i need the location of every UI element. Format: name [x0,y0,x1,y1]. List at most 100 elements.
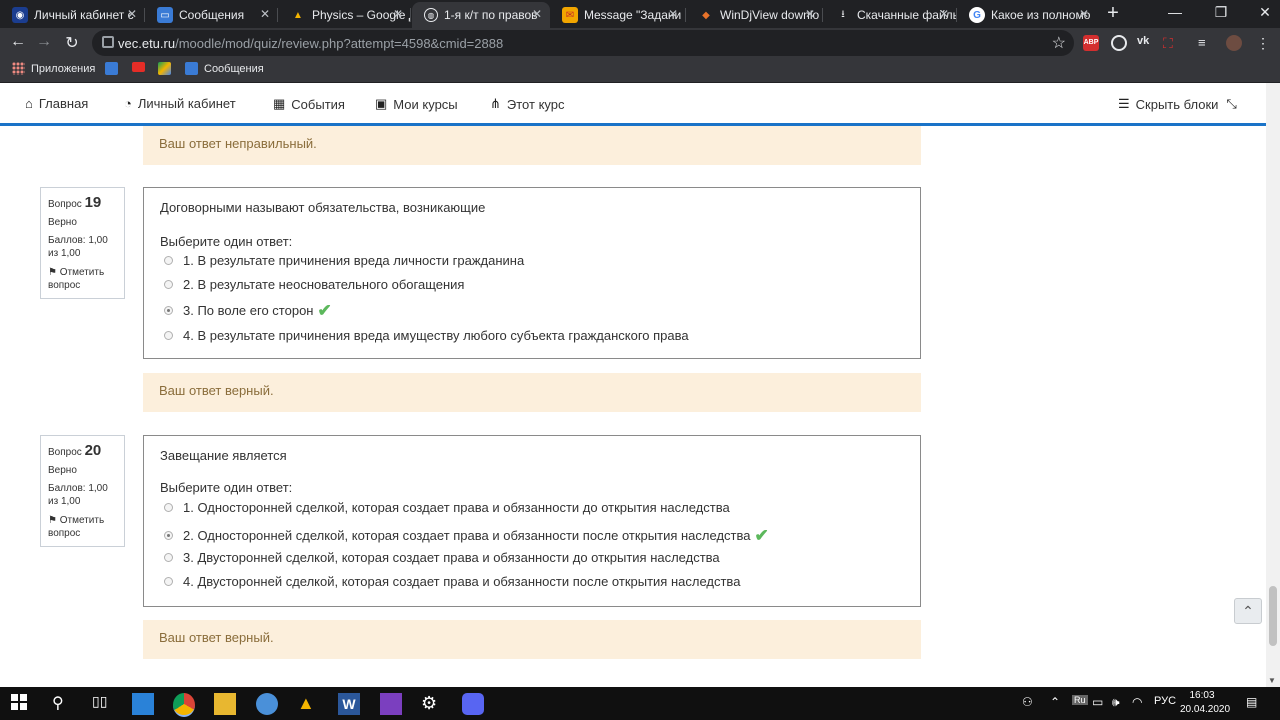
tab-7[interactable]: G Какое из полномо ✕ [957,2,1097,28]
tab-3[interactable]: ◍ 1-я к/т по правов ✕ [412,2,550,28]
extension-icon[interactable] [1111,35,1127,51]
google-icon: G [969,7,985,23]
radio-button-selected[interactable] [164,306,173,315]
maximize-button[interactable]: ❐ [1206,4,1236,21]
moodle-navbar: ⌂ Главная ◔ Личный кабинет ▦ События ▣ Мои к… [0,83,1280,126]
radio-button[interactable] [164,280,173,289]
nav-label: Главная [38,96,89,111]
close-icon[interactable]: ✕ [668,7,678,21]
page-scrollbar[interactable]: ▼ [1266,83,1280,687]
flag-question-link[interactable]: ⚑ Отметить вопрос [48,266,117,292]
radio-button[interactable] [164,553,173,562]
scroll-down-arrow-icon[interactable]: ▼ [1268,676,1276,685]
nav-home[interactable]: ⌂ Главная [25,96,88,111]
chrome-icon[interactable] [173,693,195,717]
app-icon[interactable] [380,693,402,715]
people-icon[interactable]: ⚇ [1022,695,1033,709]
notifications-icon[interactable]: ▤ [1246,695,1257,709]
reload-button[interactable]: ↻ [62,33,82,53]
wifi-icon[interactable]: ◠ [1132,695,1142,709]
tab-6[interactable]: ⭳ Скачанные файлы ✕ [823,2,957,28]
answer-option[interactable]: 3. Двусторонней сделкой, которая создает… [164,550,720,565]
network-icon[interactable]: ▭ [1092,695,1103,709]
lock-icon [102,36,114,48]
bookmark-label: Сообщения [204,62,264,75]
question-state: Верно [48,217,77,228]
bookmark-youtube[interactable] [132,62,151,72]
answer-option[interactable]: 2. В результате неосновательного обогаще… [164,277,464,292]
chevron-up-icon[interactable]: ⌃ [1050,695,1060,709]
radio-button[interactable] [164,503,173,512]
close-icon[interactable]: ✕ [393,7,403,21]
language-indicator[interactable]: РУС [1154,695,1176,707]
bookmark-star-icon[interactable]: ☆ [1052,33,1066,53]
bookmark-drive[interactable] [158,62,177,75]
close-icon[interactable]: ✕ [532,7,542,21]
tab-strip: ◉ Личный кабинет с ✕ ▭ Сообщения ✕ ▲ Phy… [0,0,1280,28]
sitemap-icon: ⋔ [490,96,501,111]
windows-start-icon[interactable] [10,693,32,715]
clock-time: 16:03 [1189,690,1215,701]
flag-question-link[interactable]: ⚑ Отметить вопрос [48,514,117,540]
media-control-icon[interactable]: ≡ [1198,35,1214,51]
radio-button[interactable] [164,256,173,265]
radio-button[interactable] [164,331,173,340]
close-window-button[interactable]: ✕ [1250,4,1280,21]
answer-option[interactable]: 4. В результате причинения вреда имущест… [164,328,689,343]
nav-events[interactable]: ▦ События [273,96,345,112]
profile-avatar[interactable] [1226,35,1242,51]
tab-2[interactable]: ▲ Physics – Google Д ✕ [278,2,411,28]
bookmark-messages[interactable]: Сообщения [185,62,264,75]
system-clock[interactable]: 16:03 20.04.2020 [1180,689,1230,717]
address-bar[interactable]: vec.etu.ru/moodle/mod/quiz/review.php?at… [92,30,1074,56]
nav-my-courses[interactable]: ▣ Мои курсы [375,96,458,112]
question-info-19: Вопрос 19 Верно Баллов: 1,00 из 1,00 ⚑ О… [40,187,125,299]
volume-icon[interactable]: 🕪 [1112,695,1120,710]
discord-icon[interactable] [462,693,484,715]
answer-option-selected[interactable]: 2. Односторонней сделкой, которая создае… [164,527,769,544]
back-to-top-button[interactable]: ⌃ [1234,598,1262,624]
tab-1[interactable]: ▭ Сообщения ✕ [145,2,278,28]
new-tab-button[interactable]: + [1102,3,1124,25]
task-view-icon[interactable]: ▯▯ [92,693,114,715]
tab-4[interactable]: ✉ Message "Задани ✕ [550,2,686,28]
close-icon[interactable]: ✕ [1079,7,1089,21]
word-icon[interactable]: W [338,693,360,715]
close-icon[interactable]: ✕ [260,7,270,21]
scrollbar-thumb[interactable] [1269,586,1277,646]
mail-app-icon[interactable] [132,693,154,715]
drive-app-icon[interactable]: ▲ [297,693,319,715]
minimize-button[interactable]: — [1160,4,1190,20]
answer-option[interactable]: 1. Односторонней сделкой, которая создае… [164,500,730,515]
hide-blocks-button[interactable]: ☰ Скрыть блоки ⤡ [1118,96,1243,112]
tab-0[interactable]: ◉ Личный кабинет с ✕ [0,2,145,28]
keyboard-layout-icon[interactable]: Ru [1072,695,1088,705]
nav-dashboard[interactable]: ◔ Личный кабинет [124,96,236,111]
url-text[interactable]: vec.etu.ru/moodle/mod/quiz/review.php?at… [118,36,503,51]
close-icon[interactable]: ✕ [127,7,137,21]
settings-gear-icon[interactable]: ⚙ [421,693,443,715]
url-path: /moodle/mod/quiz/review.php?attempt=4598… [175,36,504,51]
menu-icon[interactable]: ⋮ [1256,35,1272,51]
nav-this-course[interactable]: ⋔ Этот курс [490,96,565,112]
back-button[interactable]: ← [8,33,28,51]
close-icon[interactable]: ✕ [805,7,815,21]
feedback-text: Ваш ответ неправильный. [159,136,317,151]
pdf-icon[interactable]: ⛶ [1163,35,1179,51]
file-explorer-icon[interactable] [214,693,236,715]
paint-icon[interactable] [256,693,278,715]
tab-5[interactable]: ◆ WinDjView downlo ✕ [686,2,823,28]
radio-button-selected[interactable] [164,531,173,540]
answer-option-selected[interactable]: 3. По воле его сторон ✔ [164,302,332,319]
answer-option[interactable]: 1. В результате причинения вреда личност… [164,253,524,268]
radio-button[interactable] [164,577,173,586]
adblock-icon[interactable]: ABP [1083,35,1099,51]
bookmark-chat[interactable] [105,62,124,75]
search-icon[interactable]: ⚲ [52,693,74,715]
vk-icon[interactable]: vk [1137,35,1153,51]
close-icon[interactable]: ✕ [939,7,949,21]
answer-option[interactable]: 4. Двусторонней сделкой, которая создает… [164,574,740,589]
bookmark-apps[interactable]: Приложения [12,62,95,75]
forward-button[interactable]: → [34,33,54,51]
feedback-previous: Ваш ответ неправильный. [143,126,921,165]
